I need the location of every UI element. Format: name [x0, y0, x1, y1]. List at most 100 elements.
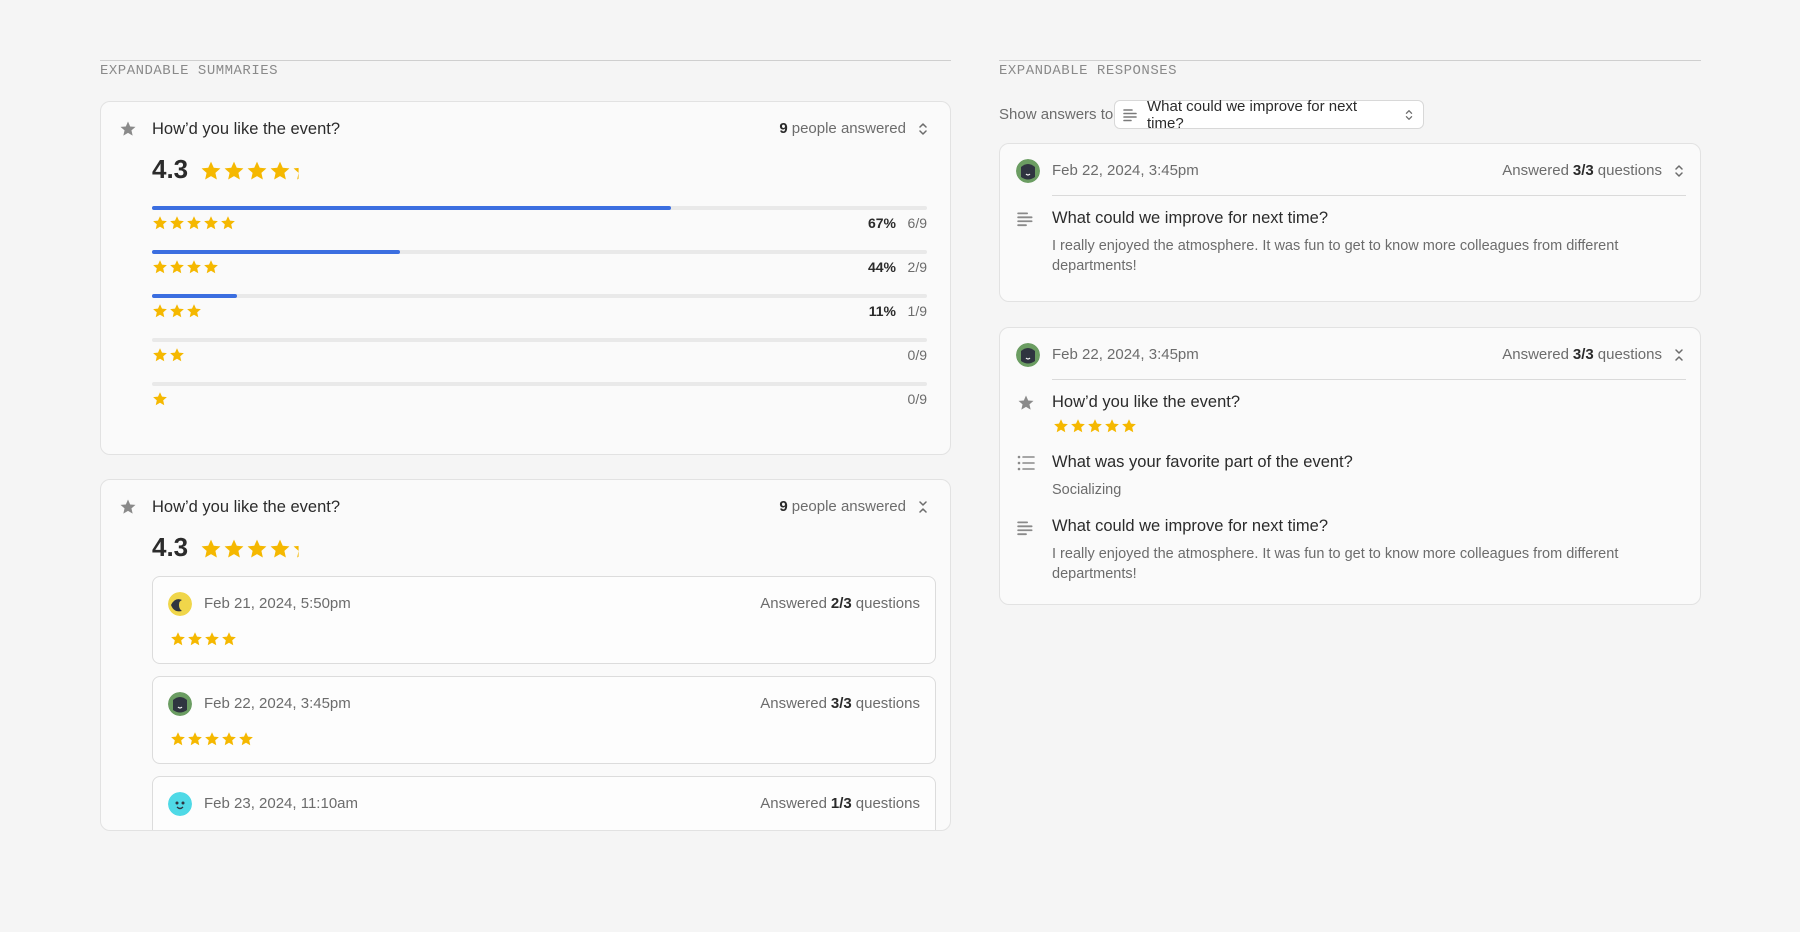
rating-bar-fill	[152, 294, 238, 298]
answered-value: 3/3	[830, 695, 852, 712]
rating-bar-track	[152, 294, 927, 298]
rating-stars	[152, 303, 202, 319]
answered-suffix: people answered	[791, 498, 906, 515]
star-icon	[247, 161, 267, 180]
average-stars	[200, 538, 314, 560]
chevron-collapse-icon[interactable]	[916, 500, 930, 514]
rating-percent: 67%	[867, 215, 896, 231]
answer-text: I really enjoyed the atmosphere. It was …	[1052, 238, 1619, 274]
list-icon	[1017, 454, 1035, 472]
rating-stars	[152, 259, 219, 275]
answered-suffix: people answered	[791, 120, 906, 137]
answer-text: I really enjoyed the atmosphere. It was …	[1052, 546, 1619, 582]
avatar	[168, 592, 192, 616]
star-icon	[293, 545, 299, 558]
star-icon	[187, 260, 201, 274]
star-icon	[153, 216, 167, 230]
answered-prefix: Answered	[760, 595, 827, 612]
star-icon	[171, 632, 185, 646]
rating-bar-track	[152, 382, 927, 386]
answered-count: 9	[779, 498, 788, 515]
star-icon	[188, 732, 202, 746]
star-icon	[170, 304, 184, 318]
summary-card-collapsed: How’d you like the event? 9 people answe…	[100, 479, 951, 831]
chevron-collapse-icon[interactable]	[1672, 348, 1686, 362]
question-title: How’d you like the event?	[152, 120, 341, 138]
left-section-title: EXPANDABLE SUMMARIES	[100, 63, 279, 79]
answer-text: Socializing	[1052, 482, 1122, 498]
text-lines-icon	[1017, 210, 1035, 228]
summary-card-expanded: How’d you like the event? 9 people answe…	[100, 101, 951, 455]
answered-value: 2/3	[830, 595, 852, 612]
divider	[1052, 195, 1686, 196]
rating-count: 6/9	[907, 215, 927, 231]
answered-toggle[interactable]: Answered 3/3 questions	[1502, 346, 1686, 363]
rating-bar-track	[152, 338, 927, 342]
question-title: What could we improve for next time?	[1052, 209, 1329, 227]
response-stars	[170, 731, 254, 747]
avatar	[1016, 159, 1040, 183]
star-icon	[188, 632, 202, 646]
star-icon	[170, 260, 184, 274]
text-lines-icon	[1123, 108, 1139, 122]
rating-count: 0/9	[907, 391, 927, 407]
rating-bar-fill	[152, 250, 400, 254]
response-date: Feb 23, 2024, 11:10am	[204, 795, 358, 812]
answered-suffix: questions	[855, 695, 920, 712]
response-date: Feb 21, 2024, 5:50pm	[204, 595, 351, 612]
rating-stars	[152, 391, 168, 407]
rating-bar-track	[152, 250, 927, 254]
right-section-rule	[999, 60, 1701, 61]
response-date: Feb 22, 2024, 3:45pm	[1052, 346, 1199, 363]
avatar	[1016, 343, 1040, 367]
rating-count: 1/9	[907, 303, 927, 319]
response-date: Feb 22, 2024, 3:45pm	[204, 695, 351, 712]
star-icon	[224, 161, 244, 180]
star-icon	[222, 732, 236, 746]
response-item[interactable]: Feb 21, 2024, 5:50pm Answered 2/3 questi…	[152, 576, 936, 664]
star-icon	[222, 632, 236, 646]
response-stars	[1053, 418, 1137, 434]
rating-percent: 11%	[868, 303, 896, 319]
star-icon	[1054, 419, 1068, 433]
question-title: What could we improve for next time?	[1052, 517, 1329, 535]
question-filter-select[interactable]: What could we improve for next time?	[1114, 98, 1424, 132]
star-icon	[205, 732, 219, 746]
star-icon	[201, 539, 221, 558]
chevron-up-down-icon[interactable]	[916, 122, 930, 136]
response-card-collapsed[interactable]: Feb 22, 2024, 3:45pm Answered 3/3 questi…	[999, 143, 1701, 302]
answered-toggle[interactable]: Answered 3/3 questions	[1502, 162, 1686, 179]
answered-prefix: Answered	[760, 795, 827, 812]
avatar	[168, 692, 192, 716]
average-rating: 4.3	[152, 532, 189, 562]
response-item[interactable]: Feb 23, 2024, 11:10am Answered 1/3 quest…	[152, 776, 936, 830]
star-icon	[153, 392, 167, 406]
answered-prefix: Answered	[1502, 162, 1569, 179]
answered-count-toggle[interactable]: 9 people answered	[779, 120, 930, 137]
star-icon	[187, 304, 201, 318]
response-item[interactable]: Feb 22, 2024, 3:45pm Answered 3/3 questi…	[152, 676, 936, 764]
star-icon	[1105, 419, 1119, 433]
star-icon	[270, 161, 290, 180]
average-stars	[200, 160, 314, 182]
star-icon	[1088, 419, 1102, 433]
answered-count-toggle[interactable]: 9 people answered	[779, 498, 930, 515]
star-icon	[270, 539, 290, 558]
answered-prefix: Answered	[1502, 346, 1569, 363]
response-stars	[170, 631, 237, 647]
star-icon	[204, 260, 218, 274]
answered-value: 1/3	[830, 795, 852, 812]
rating-count: 0/9	[907, 347, 927, 363]
response-card-expanded[interactable]: Feb 22, 2024, 3:45pm Answered 3/3 questi…	[999, 327, 1701, 605]
star-icon	[224, 539, 244, 558]
rating-bar-track	[152, 206, 927, 210]
star-icon	[153, 348, 167, 362]
text-lines-icon	[1017, 519, 1035, 537]
answered-count: 9	[779, 120, 788, 137]
right-section-title: EXPANDABLE RESPONSES	[999, 63, 1178, 79]
rating-stars	[152, 215, 236, 231]
question-title: How’d you like the event?	[152, 498, 341, 516]
response-date: Feb 22, 2024, 3:45pm	[1052, 162, 1199, 179]
chevron-up-down-icon[interactable]	[1672, 164, 1686, 178]
answered-suffix: questions	[855, 795, 920, 812]
